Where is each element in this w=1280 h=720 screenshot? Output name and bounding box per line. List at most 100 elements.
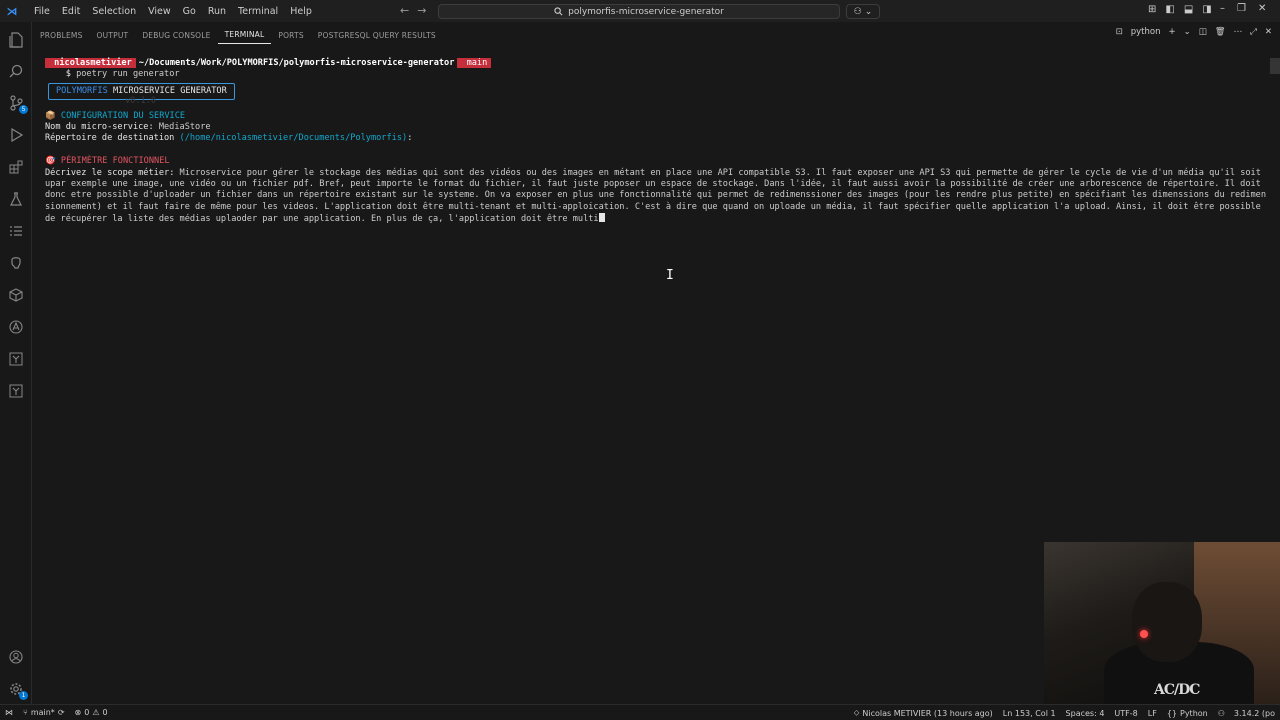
prompt-branch: main xyxy=(457,58,492,68)
language-mode[interactable]: {} Python xyxy=(1162,709,1213,718)
section2-title: PÉRIMÈTRE FONCTIONNEL xyxy=(60,156,170,167)
chevron-down-icon[interactable]: ⌄ xyxy=(1184,27,1191,37)
encoding[interactable]: UTF-8 xyxy=(1109,709,1142,718)
destination-line: Répertoire de destination (/home/nicolas… xyxy=(45,133,1270,144)
cursor-position[interactable]: Ln 153, Col 1 xyxy=(998,709,1061,718)
service-name-label: Nom du micro-service: xyxy=(45,121,159,132)
indentation[interactable]: Spaces: 4 xyxy=(1061,709,1110,718)
branch-name: main* xyxy=(30,708,55,717)
remote-icon: ⋈ xyxy=(5,708,13,717)
settings-badge: 1 xyxy=(19,691,28,700)
end-of-line[interactable]: LF xyxy=(1143,709,1162,718)
menu-go[interactable]: Go xyxy=(177,6,202,17)
prompt-line: nicolasmetivier ~/Documents/Work/POLYMORF… xyxy=(45,58,1270,69)
menu-help[interactable]: Help xyxy=(284,6,318,17)
source-control-icon[interactable]: 5 xyxy=(6,93,28,114)
git-commit-icon: ⬦ xyxy=(853,708,860,717)
window-controls: – ❐ ✕ xyxy=(1220,3,1266,14)
braces-icon: {} xyxy=(1166,708,1177,718)
split-terminal-icon[interactable]: ◫ xyxy=(1199,27,1207,37)
testing-icon[interactable] xyxy=(6,189,26,209)
terminal-shell-icon: ⊡ xyxy=(1115,27,1123,37)
title-bar: ⋊ File Edit Selection View Go Run Termin… xyxy=(0,0,1280,22)
panel-tabs: PROBLEMS OUTPUT DEBUG CONSOLE TERMINAL P… xyxy=(33,26,1280,44)
python-interpreter[interactable]: ⚇ 3.14.2 (po xyxy=(1213,709,1280,718)
containers-icon[interactable] xyxy=(6,285,26,305)
command-line: $ poetry run generator xyxy=(45,69,1270,80)
database-elephant-icon[interactable] xyxy=(6,253,26,273)
destination-suffix: : xyxy=(407,133,413,144)
maximize-panel-icon[interactable]: ⤢ xyxy=(1250,27,1257,37)
terminal-output[interactable]: nicolasmetivier ~/Documents/Work/POLYMORF… xyxy=(45,58,1270,226)
copilot-status-icon: ⚇ xyxy=(1217,708,1225,718)
menu-bar: File Edit Selection View Go Run Terminal… xyxy=(28,6,318,17)
blame-author: Nicolas METIVIER (13 hours ago) xyxy=(862,708,993,718)
explorer-icon[interactable] xyxy=(6,30,26,50)
copilot-button[interactable]: ⚇ ⌄ xyxy=(846,4,880,19)
tab-terminal[interactable]: TERMINAL xyxy=(217,26,272,44)
minimize-icon[interactable]: – xyxy=(1220,3,1225,14)
git-graph-icon[interactable] xyxy=(6,349,26,369)
git-lens-icon[interactable] xyxy=(6,381,26,401)
menu-run[interactable]: Run xyxy=(202,6,232,17)
branch-indicator[interactable]: ⑂ main* ⟳ xyxy=(18,708,70,717)
tab-debug-console[interactable]: DEBUG CONSOLE xyxy=(135,26,217,44)
terminal-name[interactable]: python xyxy=(1131,27,1161,37)
outline-list-icon[interactable] xyxy=(6,221,26,241)
run-debug-icon[interactable] xyxy=(6,125,26,145)
scope-text: Microservice pour gérer le stockage des … xyxy=(45,167,1267,225)
toggle-primary-sidebar-icon[interactable]: ◧ xyxy=(1165,4,1174,15)
webcam-shirt-logo: AC/DC xyxy=(1154,682,1200,698)
git-branch-icon: ⑂ xyxy=(23,708,28,717)
service-name-value: MediaStore xyxy=(158,121,211,132)
menu-view[interactable]: View xyxy=(142,6,177,17)
tab-problems[interactable]: PROBLEMS xyxy=(33,26,90,44)
toggle-secondary-sidebar-icon[interactable]: ◨ xyxy=(1202,4,1211,15)
menu-edit[interactable]: Edit xyxy=(56,6,86,17)
command-text: poetry run generator xyxy=(76,69,180,80)
more-actions-icon[interactable]: ⋯ xyxy=(1234,27,1243,37)
kill-terminal-icon[interactable]: 🗑 xyxy=(1215,27,1226,37)
forward-arrow-icon[interactable]: → xyxy=(417,4,426,17)
tab-postgresql-query-results[interactable]: POSTGRESQL QUERY RESULTS xyxy=(311,26,443,44)
terminal-cursor xyxy=(598,213,605,223)
python-version: 3.14.2 (po xyxy=(1233,708,1275,718)
warning-count: 0 xyxy=(102,708,108,717)
webcam-person-head xyxy=(1132,582,1202,662)
remote-indicator[interactable]: ⋈ xyxy=(0,708,18,717)
terminal-scrollbar[interactable] xyxy=(1270,58,1280,74)
close-window-icon[interactable]: ✕ xyxy=(1258,3,1266,14)
tab-output[interactable]: OUTPUT xyxy=(90,26,136,44)
search-icon[interactable] xyxy=(6,61,26,81)
accounts-a-icon[interactable] xyxy=(6,317,26,337)
tab-ports[interactable]: PORTS xyxy=(271,26,310,44)
maximize-icon[interactable]: ❐ xyxy=(1237,3,1246,14)
package-icon: 📦 xyxy=(45,110,56,121)
layout-controls: ⊞ ◧ ⬓ ◨ xyxy=(1148,4,1212,15)
service-name-line: Nom du micro-service: MediaStore xyxy=(45,122,1270,133)
chevron-down-icon: ⌄ xyxy=(864,6,873,17)
new-terminal-icon[interactable]: + xyxy=(1168,27,1175,37)
command-center-search[interactable]: polymorfis-microservice-generator xyxy=(438,4,840,19)
problems-indicator[interactable]: ⊗ 0 ⚠ 0 xyxy=(70,708,113,717)
webcam-overlay: AC/DC xyxy=(1044,542,1280,704)
blame-indicator[interactable]: ⬦ Nicolas METIVIER (13 hours ago) xyxy=(849,708,998,718)
menu-file[interactable]: File xyxy=(28,6,56,17)
destination-label: Répertoire de destination xyxy=(45,133,180,144)
account-icon[interactable] xyxy=(6,647,26,667)
close-panel-icon[interactable]: ✕ xyxy=(1265,27,1272,37)
prompt-path: ~/Documents/Work/POLYMORFIS/polymorfis-m… xyxy=(138,58,455,68)
scope-input-text[interactable]: Décrivez le scope métier: Microservice p… xyxy=(45,168,1267,226)
status-bar-right: ⬦ Nicolas METIVIER (13 hours ago) Ln 153,… xyxy=(849,705,1280,720)
menu-selection[interactable]: Selection xyxy=(86,6,142,17)
nav-arrows: ← → xyxy=(400,4,426,17)
customize-layout-icon[interactable]: ⊞ xyxy=(1148,4,1156,15)
settings-gear-icon[interactable]: 1 xyxy=(6,679,28,700)
extensions-icon[interactable] xyxy=(6,157,26,177)
banner-word-generator: MICROSERVICE GENERATOR xyxy=(112,85,227,96)
menu-terminal[interactable]: Terminal xyxy=(232,6,284,17)
back-arrow-icon[interactable]: ← xyxy=(400,4,409,17)
toggle-panel-icon[interactable]: ⬓ xyxy=(1184,4,1193,15)
status-bar: ⋈ ⑂ main* ⟳ ⊗ 0 ⚠ 0 ⬦ Nicolas METIVIER (13 hou… xyxy=(0,704,1280,720)
error-icon: ⊗ xyxy=(74,708,82,717)
